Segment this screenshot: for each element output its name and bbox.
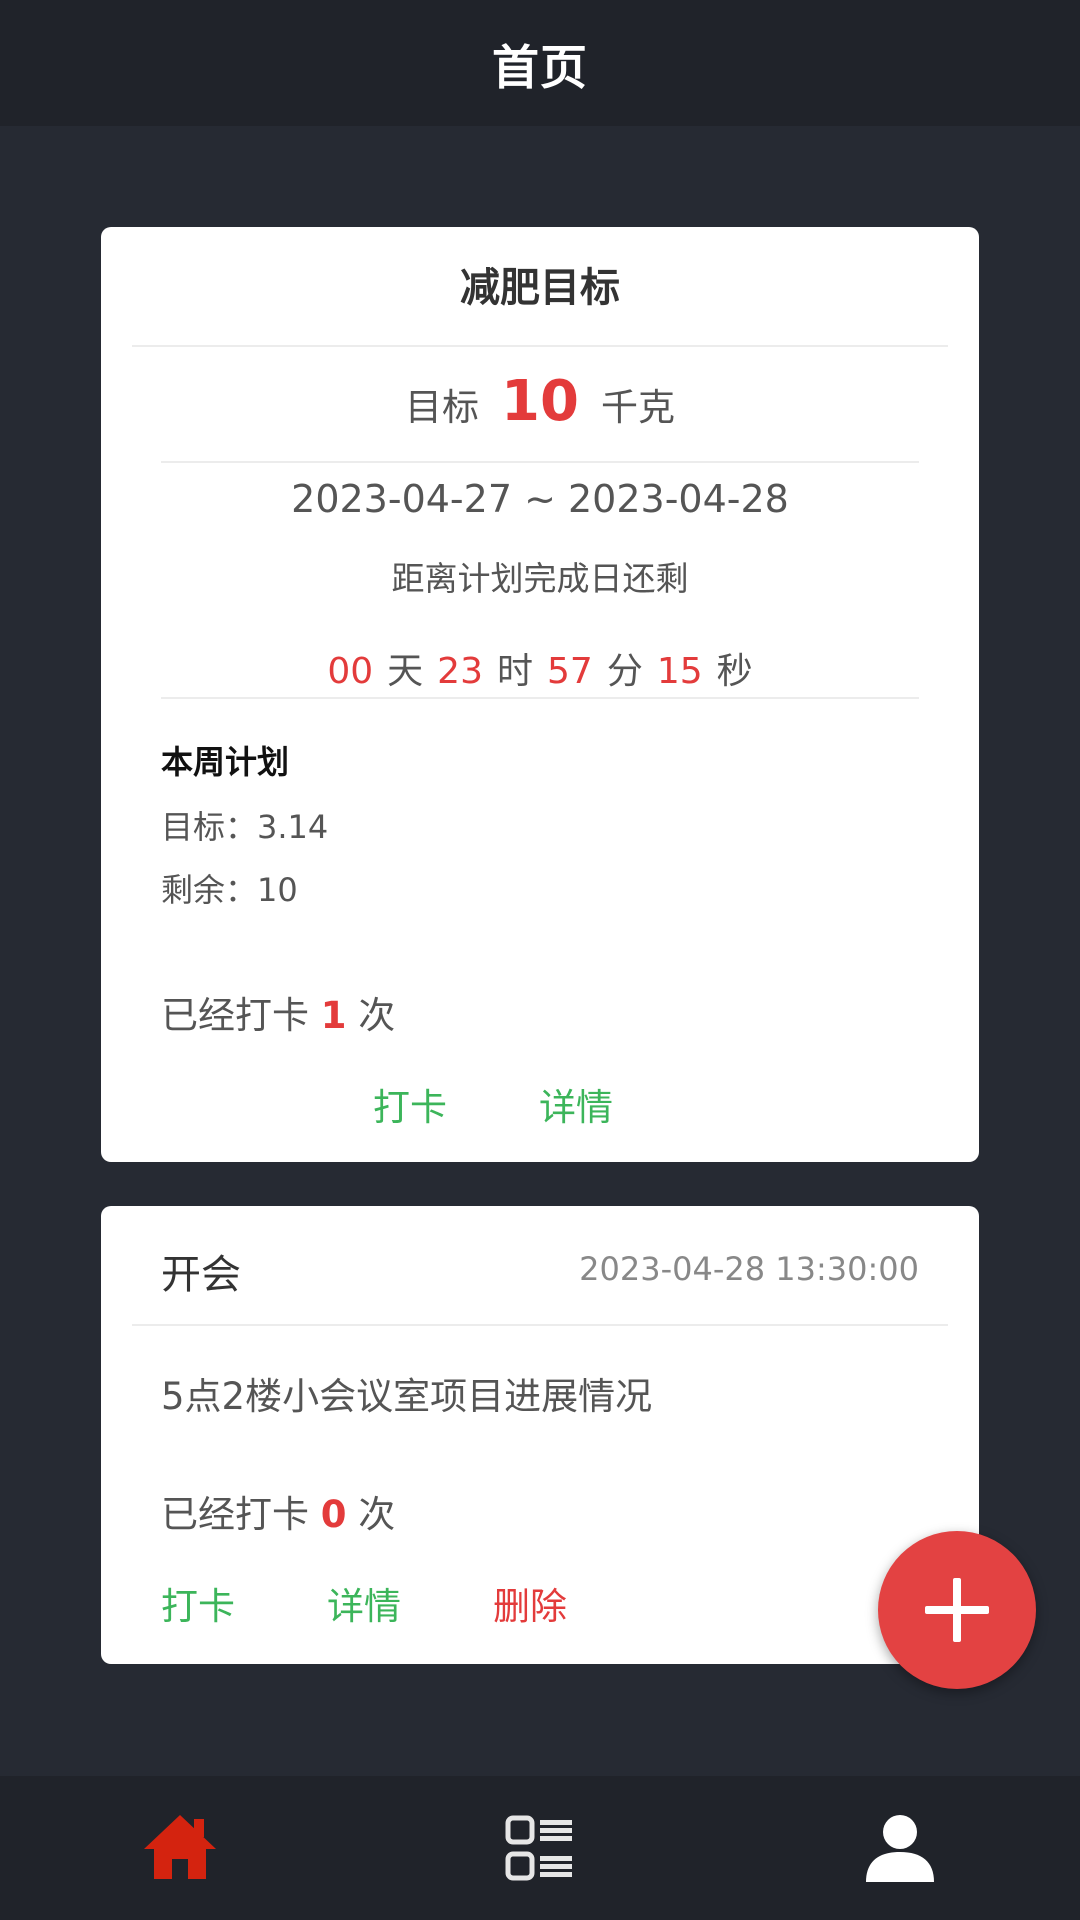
plus-icon: [925, 1578, 989, 1642]
meeting-time: 2023-04-28 13:30:00: [579, 1250, 919, 1288]
tab-list[interactable]: [360, 1776, 720, 1920]
countdown-days-unit: 天: [387, 651, 424, 692]
checkin-suffix: 次: [358, 1493, 396, 1536]
checkin-prefix: 已经打卡: [161, 994, 309, 1037]
divider: [132, 345, 948, 347]
goal-card: 减肥目标 目标 10 千克 2023-04-27 ~ 2023-04-28 距离…: [101, 227, 979, 1162]
countdown-minutes-unit: 分: [606, 651, 643, 692]
remain-label: 距离计划完成日还剩: [391, 559, 689, 598]
goal-value: 10: [501, 369, 579, 434]
user-icon: [866, 1815, 934, 1882]
top-bar: 首页: [0, 0, 1080, 126]
countdown-minutes: 57: [547, 651, 593, 692]
countdown-seconds: 15: [656, 651, 703, 692]
checkin-count-text: 已经打卡 1 次: [161, 985, 395, 1039]
divider: [161, 461, 919, 463]
meeting-card: 开会 2023-04-28 13:30:00 5点2楼小会议室项目进展情况 已经…: [101, 1206, 979, 1664]
tab-profile[interactable]: [720, 1776, 1080, 1920]
detail-button[interactable]: 详情: [327, 1576, 401, 1630]
add-button[interactable]: [878, 1531, 1036, 1689]
goal-card-title: 减肥目标: [460, 265, 620, 311]
detail-button[interactable]: 详情: [539, 1077, 613, 1131]
app-page: 首页 减肥目标 目标 10 千克 2023-04-27 ~ 2023-04-28…: [0, 0, 1080, 1920]
week-target: 目标：3.14: [161, 808, 329, 846]
week-plan-title: 本周计划: [161, 743, 290, 781]
home-icon: [144, 1815, 216, 1879]
checkin-count: 0: [320, 1493, 347, 1536]
meeting-title: 开会: [161, 1252, 241, 1298]
checkin-count: 1: [320, 994, 347, 1037]
goal-unit: 千克: [600, 386, 675, 429]
goal-prefix: 目标: [405, 386, 480, 429]
divider: [161, 697, 919, 699]
countdown-hours-unit: 时: [496, 651, 533, 692]
week-remain: 剩余：10: [161, 871, 298, 909]
countdown-days: 00: [327, 651, 374, 692]
countdown-hours: 23: [437, 651, 483, 692]
countdown: 00 天 23 时 57 分 15 秒: [101, 642, 979, 694]
bottom-tab-bar: [0, 1776, 1080, 1920]
countdown-seconds-unit: 秒: [716, 651, 753, 692]
delete-button[interactable]: 删除: [493, 1576, 567, 1630]
divider: [132, 1324, 948, 1326]
tab-home[interactable]: [0, 1776, 360, 1920]
date-range: 2023-04-27 ~ 2023-04-28: [291, 477, 789, 521]
goal-target-row: 目标 10 千克: [101, 369, 979, 434]
page-title: 首页: [492, 40, 588, 96]
checkin-button[interactable]: 打卡: [373, 1077, 447, 1131]
checkin-suffix: 次: [358, 994, 396, 1037]
checkin-count-text: 已经打卡 0 次: [161, 1484, 395, 1538]
checkin-prefix: 已经打卡: [161, 1493, 309, 1536]
meeting-description: 5点2楼小会议室项目进展情况: [161, 1375, 653, 1418]
list-icon: [505, 1815, 572, 1881]
checkin-button[interactable]: 打卡: [161, 1576, 235, 1630]
